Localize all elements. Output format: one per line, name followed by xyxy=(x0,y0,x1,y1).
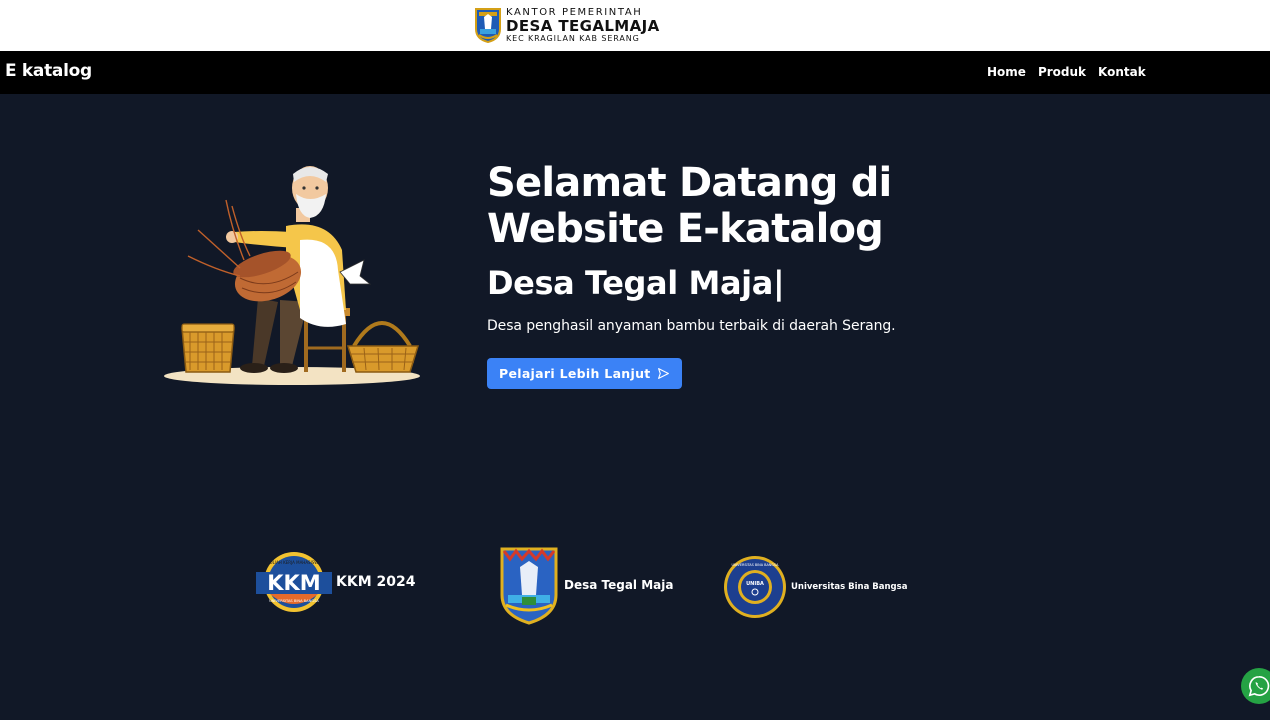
basket-weaver-illustration xyxy=(164,166,420,385)
nav-link-home[interactable]: Home xyxy=(987,65,1026,79)
navbar: E katalog Home Produk Kontak xyxy=(0,51,1270,94)
hero-description: Desa penghasil anyaman bambu terbaik di … xyxy=(487,318,896,334)
banner-line-1: KANTOR PEMERINTAH xyxy=(506,6,643,18)
partner-village-name: Desa Tegal Maja xyxy=(564,578,674,592)
partner-kkm-name: KKM 2024 xyxy=(336,574,416,590)
kkm-logo-icon: KKM KULIAH KERJA MAHASISWA UNIVERSITAS B… xyxy=(256,552,332,612)
kkm-badge-bottom-text: UNIVERSITAS BINA BANGSA xyxy=(269,599,319,603)
nav-link-kontak[interactable]: Kontak xyxy=(1098,65,1146,79)
village-office-logo[interactable]: KANTOR PEMERINTAH DESA TEGALMAJA KEC KRA… xyxy=(474,7,660,43)
partner-university-name: Universitas Bina Bangsa xyxy=(791,582,908,592)
learn-more-button[interactable]: Pelajari Lebih Lanjut xyxy=(487,358,682,389)
kkm-badge-top-text: KULIAH KERJA MAHASISWA xyxy=(267,560,321,565)
whatsapp-button[interactable] xyxy=(1241,668,1270,704)
banner-line-2: DESA TEGALMAJA xyxy=(506,16,660,35)
whatsapp-icon xyxy=(1248,676,1270,697)
village-crest-icon xyxy=(500,547,558,625)
hero-title: Selamat Datang di Website E-katalog xyxy=(487,160,892,252)
partner-university: UNIBA UNIVERSITAS BINA BANGSA Universita… xyxy=(723,555,907,619)
partner-village: Desa Tegal Maja xyxy=(498,545,673,625)
village-crest-icon xyxy=(475,8,501,43)
university-seal-icon: UNIBA UNIVERSITAS BINA BANGSA xyxy=(724,556,786,618)
nav-link-produk[interactable]: Produk xyxy=(1038,65,1086,79)
hero-section: Selamat Datang di Website E-katalog Desa… xyxy=(487,160,1007,389)
top-banner: KANTOR PEMERINTAH DESA TEGALMAJA KEC KRA… xyxy=(0,0,1270,51)
university-seal-center-text: UNIBA xyxy=(746,581,764,587)
nav-links: Home Produk Kontak xyxy=(987,65,1146,79)
hero-subtitle: Desa Tegal Maja| xyxy=(487,264,785,302)
send-arrow-icon xyxy=(657,368,669,379)
kkm-badge-text: KKM xyxy=(267,571,320,595)
learn-more-label: Pelajari Lebih Lanjut xyxy=(499,366,651,381)
university-seal-ring-text: UNIVERSITAS BINA BANGSA xyxy=(732,563,780,567)
partner-kkm: KKM KULIAH KERJA MAHASISWA UNIVERSITAS B… xyxy=(256,550,415,614)
brand-link[interactable]: E katalog xyxy=(5,61,92,81)
banner-line-3: KEC KRAGILAN KAB SERANG xyxy=(506,33,640,43)
